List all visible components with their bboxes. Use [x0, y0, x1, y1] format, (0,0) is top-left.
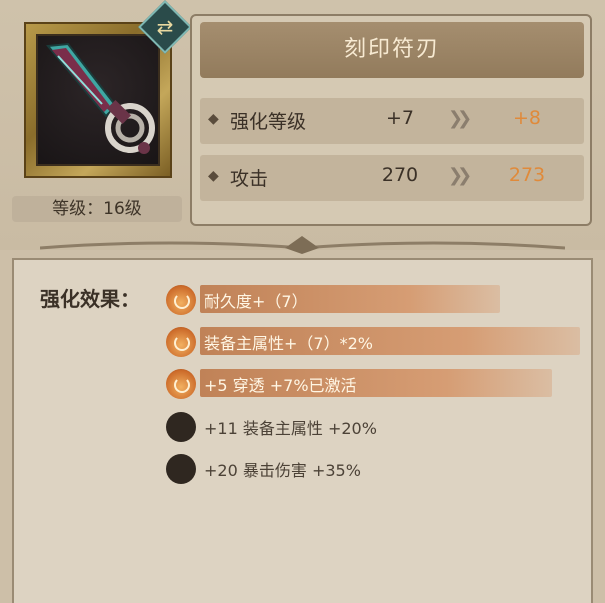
stat-label: 强化等级	[230, 111, 307, 133]
stats-panel: 刻印符刃 ◆ 强化等级 +7 ❯❯ +8 ◆ 攻击 270 ❯❯ 273	[190, 14, 592, 226]
stat-current-value: 270	[381, 164, 419, 186]
item-level-label: 等级：16级	[52, 199, 142, 219]
portrait-frame	[24, 22, 172, 178]
locked-dot-icon	[166, 412, 196, 442]
effect-text: +20 暴击伤害 +35%	[204, 461, 361, 480]
effect-text: 装备主属性+（7）*2%	[204, 334, 373, 353]
fire-swirl-icon	[166, 327, 196, 357]
diamond-bullet-icon: ◆	[208, 168, 219, 184]
diamond-bullet-icon: ◆	[208, 111, 219, 127]
fire-swirl-icon	[166, 285, 196, 315]
effect-text: 耐久度+（7）	[204, 292, 308, 311]
effect-text: +11 装备主属性 +20%	[204, 419, 377, 438]
locked-dot-icon	[166, 454, 196, 484]
stat-next-value: +8	[512, 107, 541, 129]
item-level: 等级：16级	[12, 196, 182, 222]
item-portrait[interactable]: ⇄	[8, 0, 192, 188]
double-arrow-icon: ❯❯	[448, 165, 472, 186]
stat-label: 攻击	[230, 168, 269, 190]
item-title-bar: 刻印符刃	[200, 22, 584, 78]
stat-current-value: +7	[385, 107, 414, 129]
double-arrow-icon: ❯❯	[448, 108, 472, 129]
stat-next-value: 273	[508, 164, 546, 186]
stat-row-attack: ◆ 攻击 270 ❯❯ 273	[200, 155, 584, 201]
dagger-icon	[36, 34, 160, 166]
item-name: 刻印符刃	[343, 37, 440, 62]
stat-row-enhance-level: ◆ 强化等级 +7 ❯❯ +8	[200, 98, 584, 144]
fire-swirl-icon	[166, 369, 196, 399]
ornament-divider	[40, 236, 565, 254]
effects-title: 强化效果：	[40, 287, 140, 311]
effect-text: +5 穿透 +7%已激活	[204, 376, 357, 395]
